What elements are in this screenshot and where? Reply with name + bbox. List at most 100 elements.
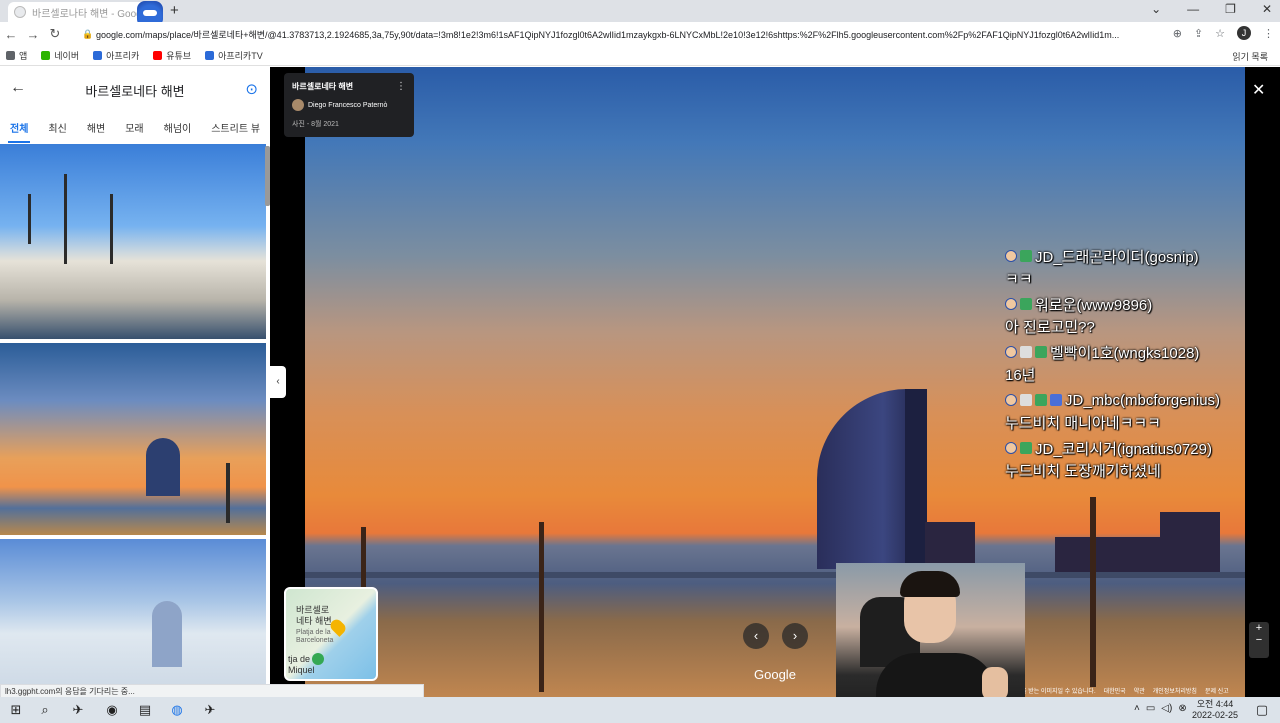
bookmark-afreeca[interactable]: 아프리카	[93, 49, 139, 62]
window-controls: ⌄ — ❐ ✕	[1151, 2, 1272, 16]
close-viewer-icon[interactable]: ✕	[1252, 80, 1265, 100]
app-icon[interactable]: ✈	[202, 702, 218, 718]
chat-text: 16년	[1005, 367, 1036, 384]
clock[interactable]: 오전 4:44 2022-02-25	[1192, 699, 1238, 721]
photo-thumbnail[interactable]	[0, 144, 266, 339]
zoom-control: + −	[1249, 622, 1269, 658]
collapse-panel-button[interactable]: ‹	[270, 366, 286, 398]
palm-tree	[28, 194, 31, 244]
bookmarks-bar: 앱 네이버 아프리카 유튜브 아프리카TV 읽기 목록	[0, 46, 1280, 66]
horizon	[305, 572, 1245, 578]
palm-tree	[1090, 497, 1096, 687]
footer-report[interactable]: 문제 신고	[1205, 686, 1229, 696]
chat-text: ㅋㅋ	[1005, 271, 1033, 288]
youtube-icon	[153, 51, 163, 60]
afreeca-icon	[93, 51, 103, 60]
toolbar-actions: ⊕ ⇪ ☆ J ⋮	[1173, 26, 1274, 40]
zoom-out-button[interactable]: −	[1249, 634, 1269, 646]
forward-icon[interactable]: →	[22, 27, 44, 42]
footer-country[interactable]: 대한민국	[1104, 686, 1126, 696]
tab-beach[interactable]: 해변	[87, 120, 105, 135]
hotel-tower	[146, 438, 180, 496]
zoom-in-button[interactable]: +	[1249, 622, 1269, 634]
file-explorer-icon[interactable]: ▤	[137, 702, 153, 718]
chat-text: 누드비치 매니아네ㅋㅋㅋ	[1005, 415, 1161, 432]
previous-photo-button[interactable]: ‹	[743, 623, 769, 649]
chat-message: JD_드래곤라이더(gosnip) ㅋㅋ	[1005, 244, 1250, 292]
url-text: google.com/maps/place/바르셀로네타+해변/@41.3783…	[96, 29, 1120, 40]
photos-panel: ← 바르셀로네타 해변 ⊙ 전체 최신 해변 모래 해넘이 스트리트 뷰	[0, 67, 270, 697]
author-name: Diego Francesco Paternò	[308, 101, 388, 109]
footer-terms[interactable]: 약관	[1134, 686, 1145, 696]
volume-icon[interactable]: ◁)	[1161, 703, 1172, 714]
tab-latest[interactable]: 최신	[48, 120, 66, 135]
app-icon[interactable]: ✈	[70, 702, 86, 718]
install-icon[interactable]: ⊕	[1173, 27, 1182, 40]
palm-tree	[110, 194, 113, 264]
clock-date: 2022-02-25	[1192, 710, 1239, 720]
minimap-sublabel: Platja de la Barceloneta	[296, 629, 334, 644]
streamer-hair	[900, 571, 960, 597]
fan-badge-icon	[1020, 442, 1032, 454]
subscriber-badge-icon	[1020, 394, 1032, 406]
photo-thumbnail[interactable]	[0, 539, 266, 697]
menu-icon[interactable]: ⋮	[1263, 27, 1274, 40]
tab-street-view[interactable]: 스트리트 뷰	[211, 120, 260, 135]
tab-all[interactable]: 전체	[10, 120, 28, 135]
address-bar[interactable]: 🔒 google.com/maps/place/바르셀로네타+해변/@41.37…	[78, 24, 1168, 44]
notification-icon[interactable]: ▢	[1254, 702, 1270, 718]
hotel-tower	[152, 601, 182, 667]
apps-grid-icon	[6, 51, 15, 60]
reading-list-button[interactable]: 읽기 목록	[1232, 50, 1268, 63]
minimize-icon[interactable]: —	[1187, 2, 1199, 16]
bookmark-apps[interactable]: 앱	[6, 49, 27, 62]
chat-username: JD_드래곤라이더(gosnip)	[1035, 248, 1199, 266]
photo-filter-tabs: 전체 최신 해변 모래 해넘이 스트리트 뷰	[0, 111, 270, 143]
chat-username: JD_mbc(mbcforgenius)	[1065, 391, 1221, 409]
chrome-icon[interactable]: ◍	[169, 702, 185, 718]
palm-tree	[226, 463, 230, 523]
system-tray: ˄ ▭ ◁) ⊗	[1134, 703, 1187, 714]
restore-icon[interactable]: ❐	[1225, 2, 1236, 16]
bookmark-afreecatv[interactable]: 아프리카TV	[205, 49, 263, 62]
photo-thumbnail[interactable]	[0, 343, 266, 535]
chat-message: JD_코리시거(ignatius0729) 누드비치 도장깨기하셨네	[1005, 436, 1250, 484]
add-photo-icon[interactable]: ⊙	[245, 80, 258, 98]
photo-info-card: 바르셀로네타 해변 ⋮ Diego Francesco Paternò 사진 -…	[284, 73, 414, 137]
back-icon[interactable]: ←	[0, 27, 22, 42]
minimap-label: 바르셀로 네타 해변	[296, 605, 332, 626]
bookmark-youtube[interactable]: 유튜브	[153, 49, 191, 62]
fan-badge-icon	[1020, 250, 1032, 262]
active-tab-indicator	[8, 141, 30, 143]
new-tab-button[interactable]: +	[170, 2, 179, 19]
tray-status-icon[interactable]: ⊗	[1178, 703, 1186, 714]
reload-icon[interactable]: ↻	[44, 26, 66, 42]
close-window-icon[interactable]: ✕	[1262, 2, 1272, 16]
share-icon[interactable]: ⇪	[1194, 27, 1203, 40]
star-icon[interactable]: ☆	[1215, 27, 1225, 40]
viewer-badge-icon	[1005, 298, 1017, 310]
minimap[interactable]: 바르셀로 네타 해변 Platja de la Barceloneta tja de…	[284, 587, 378, 681]
more-options-icon[interactable]: ⋮	[396, 81, 406, 92]
google-logo: Google	[754, 667, 796, 682]
profile-avatar[interactable]: J	[1237, 26, 1251, 40]
footer-privacy[interactable]: 개인정보처리방침	[1153, 686, 1197, 696]
viewer-badge-icon	[1005, 394, 1017, 406]
tab-title: 바르셀로나타 해변 - Google 지도	[32, 8, 142, 20]
card-author[interactable]: Diego Francesco Paternò	[292, 99, 406, 111]
tab-sand[interactable]: 모래	[125, 120, 143, 135]
viewer-badge-icon	[1005, 250, 1017, 262]
search-icon[interactable]: ⌕	[37, 702, 53, 718]
tab-sunset[interactable]: 해넘이	[164, 120, 192, 135]
building	[1055, 537, 1165, 572]
steam-icon[interactable]: ◉	[104, 702, 120, 718]
card-date: 사진 - 8월 2021	[292, 121, 339, 128]
building	[1160, 512, 1220, 572]
network-icon[interactable]: ▭	[1146, 703, 1155, 714]
browser-tab-bar: 바르셀로나타 해변 - Google 지도 ✕ + ⌄ — ❐ ✕	[0, 0, 1280, 27]
bookmark-naver[interactable]: 네이버	[41, 49, 79, 62]
tray-expand-icon[interactable]: ˄	[1134, 703, 1140, 714]
windows-start-icon[interactable]: ⊞	[8, 702, 24, 718]
chevron-down-icon[interactable]: ⌄	[1151, 2, 1161, 16]
next-photo-button[interactable]: ›	[782, 623, 808, 649]
